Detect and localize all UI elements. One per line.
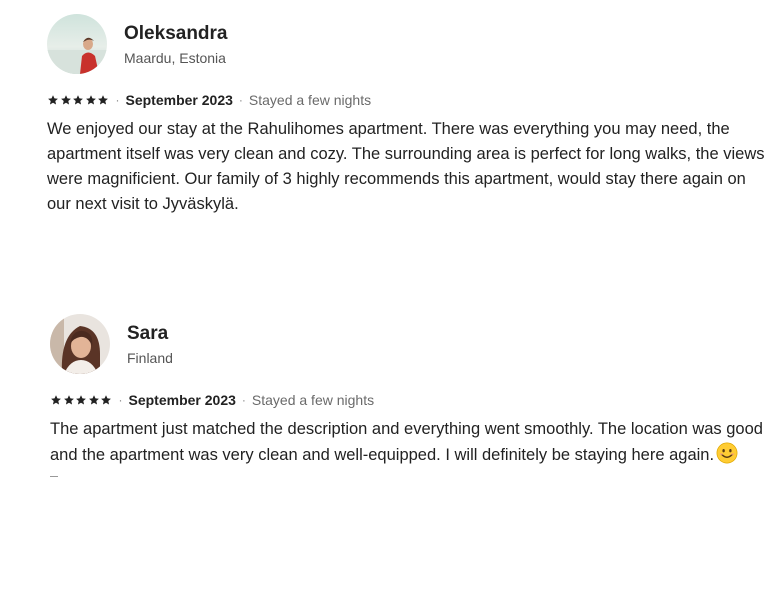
star-icon xyxy=(60,94,72,106)
review-meta: · September 2023 · Stayed a few nights xyxy=(47,91,777,109)
reviewer-header: Oleksandra Maardu, Estonia xyxy=(47,14,777,74)
separator-dot: · xyxy=(118,393,123,407)
avatar[interactable] xyxy=(50,314,110,374)
star-rating xyxy=(47,94,110,106)
separator-dot: · xyxy=(115,93,120,107)
smiling-face-emoji xyxy=(716,442,738,464)
review-text: The apartment just matched the descripti… xyxy=(50,420,763,464)
star-icon xyxy=(75,394,87,406)
reviewer-name: Sara xyxy=(127,322,169,344)
star-icon xyxy=(100,394,112,406)
star-icon xyxy=(72,94,84,106)
reviewer-location: Finland xyxy=(127,349,173,366)
divider xyxy=(50,476,58,477)
review-text-container: The apartment just matched the descripti… xyxy=(50,417,770,468)
stay-length: Stayed a few nights xyxy=(251,392,375,408)
avatar-photo xyxy=(47,14,107,74)
review-card: Oleksandra Maardu, Estonia · September 2… xyxy=(47,14,777,217)
star-rating xyxy=(50,394,113,406)
review-meta: · September 2023 · Stayed a few nights xyxy=(50,391,778,409)
avatar-photo xyxy=(50,314,110,374)
star-icon xyxy=(50,394,62,406)
star-icon xyxy=(63,394,75,406)
review-date: September 2023 xyxy=(128,392,236,408)
reviewer-name: Oleksandra xyxy=(124,22,228,44)
star-icon xyxy=(88,394,100,406)
review-date: September 2023 xyxy=(125,92,233,108)
separator-dot: · xyxy=(241,393,246,407)
star-icon xyxy=(85,94,97,106)
reviewer-header: Sara Finland xyxy=(50,314,778,374)
review-text: We enjoyed our stay at the Rahulihomes a… xyxy=(47,120,765,213)
star-icon xyxy=(47,94,59,106)
star-icon xyxy=(97,94,109,106)
separator-dot: · xyxy=(238,93,243,107)
reviewer-location: Maardu, Estonia xyxy=(124,49,226,66)
review-card: Sara Finland · September 2023 · Stayed a… xyxy=(50,314,778,477)
stay-length: Stayed a few nights xyxy=(248,92,372,108)
avatar[interactable] xyxy=(47,14,107,74)
